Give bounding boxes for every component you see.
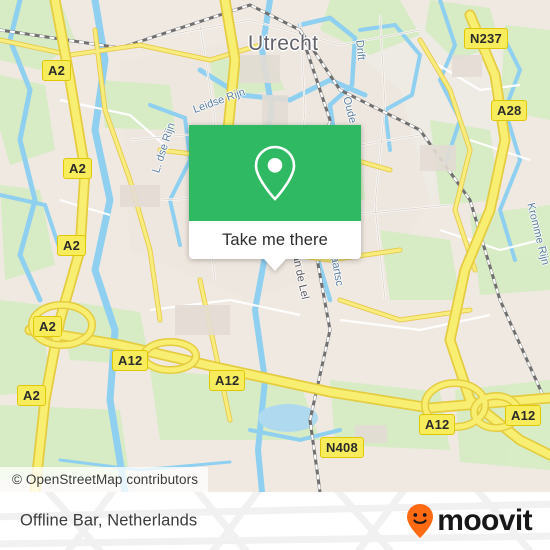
road-shield: A2	[63, 158, 93, 179]
road-shield: A12	[209, 370, 246, 391]
map-street-label: Drift	[353, 39, 367, 61]
moovit-wordmark: moovit	[437, 504, 532, 537]
road-shield: A2	[42, 60, 72, 81]
callout-pin-panel	[189, 125, 361, 221]
take-me-there-label: Take me there	[222, 230, 328, 249]
road-shield: N237	[464, 28, 508, 49]
road-shield: A12	[112, 350, 149, 371]
moovit-logo[interactable]: moovit	[405, 503, 533, 539]
road-shield: A2	[33, 316, 63, 337]
map-city-label: Utrecht	[248, 32, 319, 55]
page-title: Offline Bar, Netherlands	[20, 511, 198, 530]
map-pin-icon	[254, 145, 296, 201]
road-shield: A12	[419, 414, 456, 435]
callout-pointer	[264, 259, 286, 271]
location-callout-card[interactable]: Take me there	[189, 125, 361, 271]
road-shield: N408	[320, 437, 364, 458]
road-shield: A12	[505, 405, 542, 426]
road-shield: A2	[57, 235, 87, 256]
moovit-map-share-card: Utrecht Leidse Rijn L. dse Rijn Drift Ou…	[0, 0, 550, 550]
footer-bar: Offline Bar, Netherlands moovit	[0, 492, 550, 550]
road-shield: A28	[491, 100, 528, 121]
moovit-smiley-pin-icon	[407, 504, 434, 538]
osm-attribution[interactable]: © OpenStreetMap contributors	[0, 467, 209, 492]
map-canvas[interactable]: Utrecht Leidse Rijn L. dse Rijn Drift Ou…	[0, 0, 550, 492]
road-shield: A2	[17, 385, 47, 406]
take-me-there-button[interactable]: Take me there	[189, 221, 361, 259]
